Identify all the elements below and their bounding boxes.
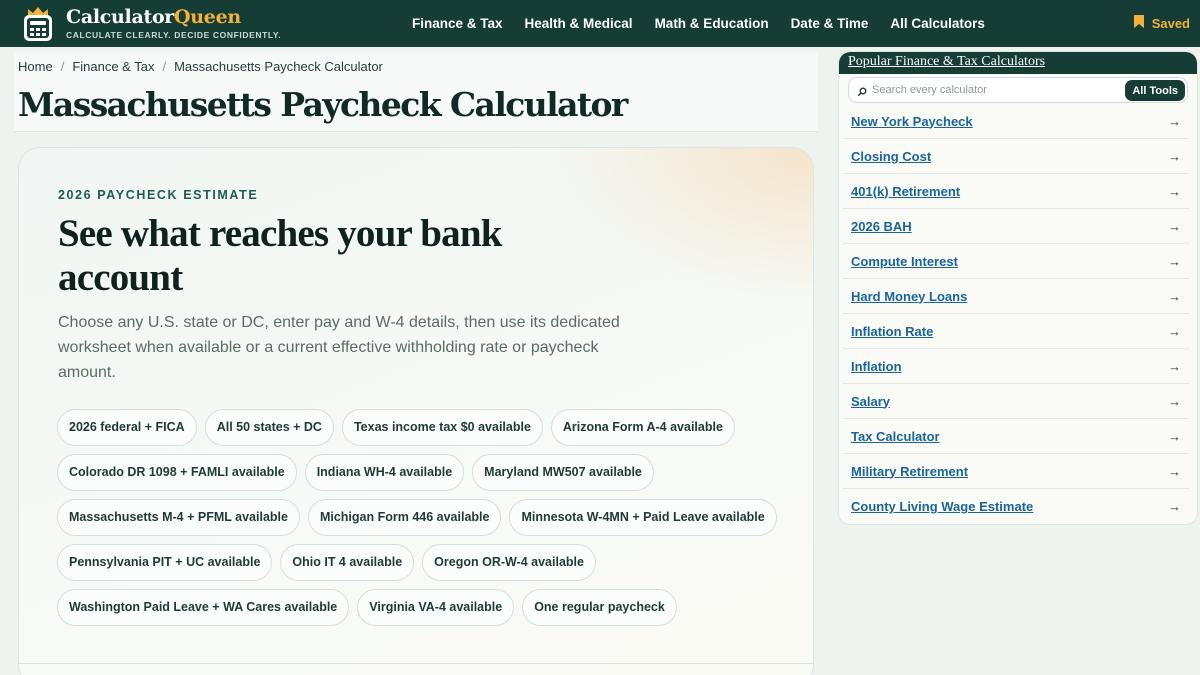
arrow-right-icon: → [1168, 428, 1181, 444]
calculator-link[interactable]: Inflation [851, 359, 902, 374]
bookmark-icon [1133, 14, 1144, 33]
feature-chip: Ohio IT 4 available [280, 544, 415, 581]
main-nav: Finance & Tax Health & Medical Math & Ed… [412, 0, 1007, 47]
list-item[interactable]: Inflation → [843, 349, 1189, 384]
feature-chip: Michigan Form 446 available [307, 499, 502, 536]
nav-math-education[interactable]: Math & Education [655, 16, 769, 31]
feature-chip: Pennsylvania PIT + UC available [57, 544, 273, 581]
sidebar-search: All Tools [848, 77, 1188, 103]
feature-chip: Washington Paid Leave + WA Cares availab… [57, 589, 350, 626]
nav-finance-tax[interactable]: Finance & Tax [412, 16, 503, 31]
all-tools-button[interactable]: All Tools [1125, 80, 1185, 101]
list-item[interactable]: Salary → [843, 384, 1189, 419]
feature-chip: Colorado DR 1098 + FAMLI available [57, 454, 297, 491]
arrow-right-icon: → [1168, 323, 1181, 339]
arrow-right-icon: → [1168, 148, 1181, 164]
breadcrumb: Home / Finance & Tax / Massachusetts Pay… [18, 59, 383, 74]
list-item[interactable]: 401(k) Retirement → [843, 174, 1189, 209]
arrow-right-icon: → [1168, 113, 1181, 129]
top-navigation-bar: CalculatorQueen CALCULATE CLEARLY. DECID… [0, 0, 1200, 47]
feature-chip: Arizona Form A-4 available [550, 409, 735, 446]
feature-chip: One regular paycheck [522, 589, 677, 626]
hero-heading: See what reaches your bank account [58, 212, 502, 299]
feature-chip: Maryland MW507 available [472, 454, 654, 491]
feature-chip: Minnesota W-4MN + Paid Leave available [509, 499, 777, 536]
brand-name-part2: Queen [174, 5, 241, 28]
calculator-link[interactable]: 401(k) Retirement [851, 184, 960, 199]
page-title: Massachusetts Paycheck Calculator [18, 85, 628, 124]
calculator-link[interactable]: New York Paycheck [851, 114, 973, 129]
nav-health-medical[interactable]: Health & Medical [525, 16, 633, 31]
arrow-right-icon: → [1168, 218, 1181, 234]
saved-label: Saved [1151, 16, 1190, 31]
feature-chip: Virginia VA-4 available [357, 589, 515, 626]
feature-chip: Oregon OR-W-4 available [422, 544, 596, 581]
nav-all-calculators[interactable]: All Calculators [890, 16, 985, 31]
calculator-link[interactable]: Compute Interest [851, 254, 958, 269]
breadcrumb-separator: / [162, 59, 167, 74]
breadcrumb-current[interactable]: Massachusetts Paycheck Calculator [174, 59, 383, 74]
feature-chip: Texas income tax $0 available [341, 409, 543, 446]
popular-calculators-sidebar: Popular Finance & Tax Calculators All To… [838, 51, 1198, 525]
search-icon [857, 84, 867, 102]
list-item[interactable]: 2026 BAH → [843, 209, 1189, 244]
brand-logo-link[interactable]: CalculatorQueen CALCULATE CLEARLY. DECID… [22, 6, 281, 42]
sidebar-header: Popular Finance & Tax Calculators [839, 52, 1197, 74]
calculator-link[interactable]: Military Retirement [851, 464, 968, 479]
list-item[interactable]: Tax Calculator → [843, 419, 1189, 454]
arrow-right-icon: → [1168, 288, 1181, 304]
calculator-crown-icon [22, 6, 54, 42]
brand-name: CalculatorQueen [66, 5, 281, 28]
arrow-right-icon: → [1168, 393, 1181, 409]
saved-button[interactable]: Saved [1133, 0, 1190, 47]
breadcrumb-home[interactable]: Home [18, 59, 53, 74]
calculator-link[interactable]: Hard Money Loans [851, 289, 967, 304]
card-divider [19, 663, 813, 664]
calculator-list: New York Paycheck → Closing Cost → 401(k) … [843, 104, 1189, 524]
feature-chip: All 50 states + DC [204, 409, 334, 446]
arrow-right-icon: → [1168, 253, 1181, 269]
arrow-right-icon: → [1168, 183, 1181, 199]
feature-chip: Massachusetts M-4 + PFML available [57, 499, 300, 536]
sidebar-title[interactable]: Popular Finance & Tax Calculators [848, 54, 1045, 69]
arrow-right-icon: → [1168, 499, 1181, 514]
brand-name-part1: Calculator [66, 5, 175, 28]
calculator-link[interactable]: 2026 BAH [851, 219, 912, 234]
arrow-right-icon: → [1168, 463, 1181, 479]
list-item[interactable]: Inflation Rate → [843, 314, 1189, 349]
brand-tagline: CALCULATE CLEARLY. DECIDE CONFIDENTLY. [66, 29, 282, 40]
hero-eyebrow: 2026 PAYCHECK ESTIMATE [58, 188, 259, 202]
calculator-link[interactable]: Salary [851, 394, 890, 409]
paycheck-estimate-card: 2026 PAYCHECK ESTIMATE See what reaches … [18, 147, 814, 675]
nav-date-time[interactable]: Date & Time [791, 16, 869, 31]
breadcrumb-separator: / [60, 59, 65, 74]
feature-chip-list: 2026 federal + FICA All 50 states + DC T… [57, 409, 797, 626]
feature-chip: 2026 federal + FICA [57, 409, 197, 446]
arrow-right-icon: → [1168, 358, 1181, 374]
search-input[interactable] [872, 81, 1122, 99]
list-item[interactable]: New York Paycheck → [843, 104, 1189, 139]
list-item[interactable]: County Living Wage Estimate → [843, 489, 1189, 524]
hero-description: Choose any U.S. state or DC, enter pay a… [58, 314, 620, 381]
calculator-link[interactable]: County Living Wage Estimate [851, 499, 1033, 514]
list-item[interactable]: Compute Interest → [843, 244, 1189, 279]
page-title-area: Home / Finance & Tax / Massachusetts Pay… [14, 53, 818, 132]
calculator-link[interactable]: Closing Cost [851, 149, 931, 164]
calculator-link[interactable]: Tax Calculator [851, 429, 940, 444]
list-item[interactable]: Hard Money Loans → [843, 279, 1189, 314]
calculator-link[interactable]: Inflation Rate [851, 324, 933, 339]
feature-chip: Indiana WH-4 available [304, 454, 465, 491]
breadcrumb-finance-tax[interactable]: Finance & Tax [72, 59, 154, 74]
list-item[interactable]: Closing Cost → [843, 139, 1189, 174]
list-item[interactable]: Military Retirement → [843, 454, 1189, 489]
